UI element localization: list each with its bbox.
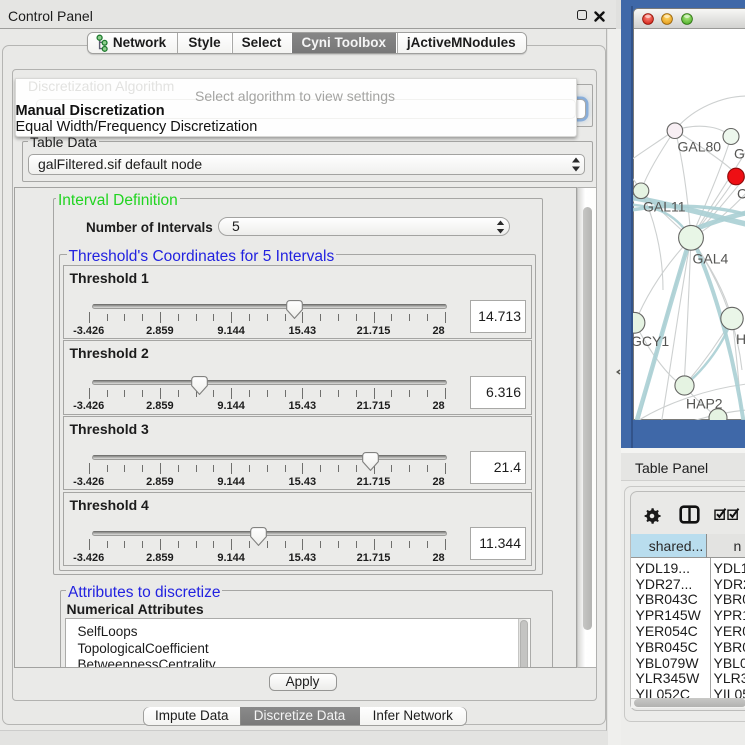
svg-text:GAL80: GAL80 <box>678 138 722 154</box>
svg-text:G: G <box>734 145 745 161</box>
svg-text:GAL11: GAL11 <box>643 198 686 214</box>
svg-text:GCY1: GCY1 <box>633 333 669 349</box>
svg-text:H: H <box>736 331 745 347</box>
svg-text:HAP2: HAP2 <box>686 395 723 411</box>
svg-text:C: C <box>737 185 745 201</box>
svg-text:GAL4: GAL4 <box>693 250 729 266</box>
